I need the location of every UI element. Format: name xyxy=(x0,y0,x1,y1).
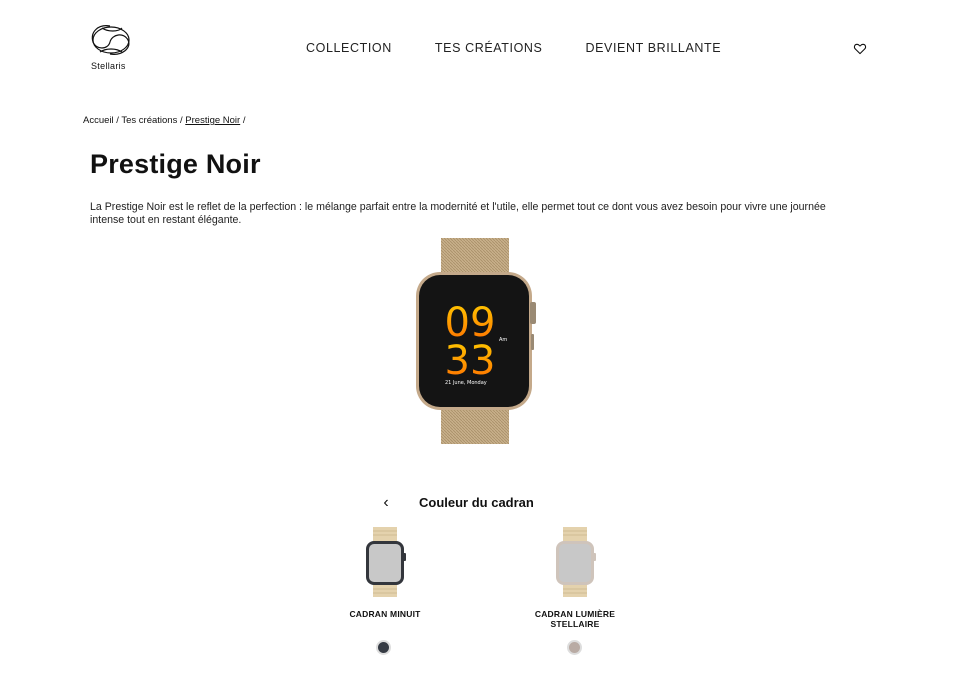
watch-minute: 33 xyxy=(445,338,496,384)
dial-option-label: CADRAN MINUIT xyxy=(349,609,421,619)
product-watch-image: 09 33 Am 21 June, Monday xyxy=(416,238,536,444)
nav-collection[interactable]: COLLECTION xyxy=(306,41,392,55)
color-swatch-minuit[interactable] xyxy=(376,640,391,655)
nav-tes-creations[interactable]: TES CRÉATIONS xyxy=(435,41,543,55)
dial-selector-title: Couleur du cadran xyxy=(419,495,534,510)
heart-icon[interactable] xyxy=(853,42,867,56)
chevron-left-icon[interactable]: ‹ xyxy=(378,494,394,512)
logo-text: Stellaris xyxy=(91,61,126,71)
color-swatch-lumiere-stellaire[interactable] xyxy=(567,640,582,655)
page-title: Prestige Noir xyxy=(90,149,261,179)
breadcrumb-accueil[interactable]: Accueil xyxy=(83,115,114,126)
dial-option-lumiere-stellaire[interactable]: CADRAN LUMIÈRE STELLAIRE xyxy=(521,527,629,629)
breadcrumb-current[interactable]: Prestige Noir xyxy=(185,115,240,126)
main-nav: COLLECTION TES CRÉATIONS DEVIENT BRILLAN… xyxy=(306,41,764,55)
watch-date: 21 June, Monday xyxy=(445,380,487,386)
dial-option-label: CADRAN LUMIÈRE STELLAIRE xyxy=(534,609,616,629)
dial-stellaire-image xyxy=(556,527,596,597)
breadcrumb-separator: / xyxy=(240,115,246,126)
watch-ampm: Am xyxy=(499,337,507,343)
breadcrumb-tes-creations[interactable]: Tes créations xyxy=(121,115,177,126)
dial-minuit-image xyxy=(366,527,406,597)
nav-devient-brillante[interactable]: DEVIENT BRILLANTE xyxy=(585,41,721,55)
product-description: La Prestige Noir est le reflet de la per… xyxy=(90,201,826,226)
breadcrumb: Accueil / Tes créations / Prestige Noir … xyxy=(83,115,245,126)
dial-option-minuit[interactable]: CADRAN MINUIT xyxy=(340,527,430,619)
dial-selector-header: ‹ Couleur du cadran xyxy=(378,494,578,514)
logo[interactable]: Stellaris xyxy=(86,22,138,74)
stellaris-logo-icon xyxy=(91,25,130,55)
